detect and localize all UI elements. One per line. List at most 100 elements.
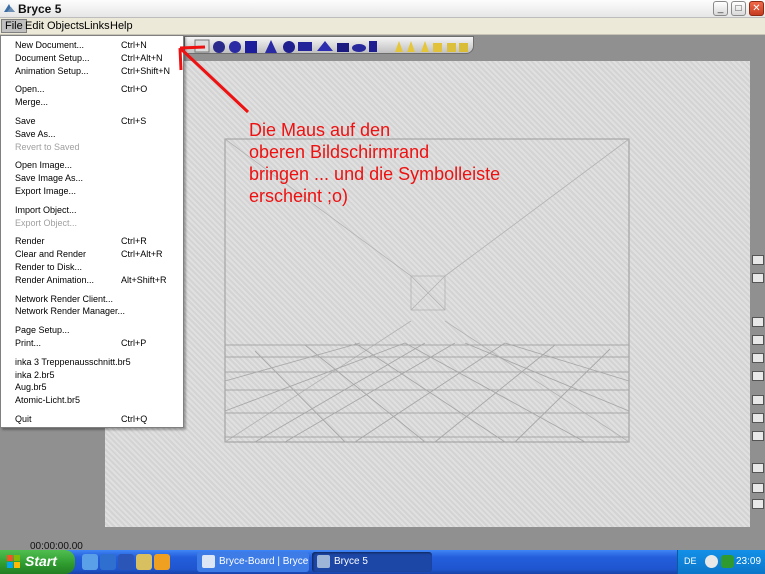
taskbar: Start Bryce-Board | Bryce |... Bryce 5 D…	[0, 550, 765, 574]
window-title: Bryce 5	[18, 2, 62, 16]
menu-file[interactable]: File	[1, 19, 27, 33]
file-menu-item-aug-br5[interactable]: Aug.br5	[1, 381, 183, 394]
file-menu-item-inka-3-treppenausschnitt-br5[interactable]: inka 3 Treppenausschnitt.br5	[1, 356, 183, 369]
menu-edit[interactable]: Edit	[25, 20, 44, 32]
menu-item-label: inka 2.br5	[15, 369, 55, 380]
file-menu-item-new-document[interactable]: New Document... Ctrl+N	[1, 39, 183, 52]
file-menu-item-render[interactable]: Render Ctrl+R	[1, 235, 183, 248]
task-bryce-board[interactable]: Bryce-Board | Bryce |...	[197, 552, 322, 572]
primitive-shapes-icon[interactable]	[185, 37, 475, 55]
clock: 23:09	[736, 556, 762, 567]
menu-item-shortcut: Ctrl+N	[121, 40, 147, 50]
menu-item-label: Page Setup...	[15, 325, 70, 336]
menu-item-shortcut: Ctrl+Alt+R	[121, 249, 163, 260]
task-label: Bryce-Board | Bryce |...	[219, 556, 323, 567]
task-label: Bryce 5	[334, 556, 368, 567]
menu-item-label: Render	[15, 236, 45, 247]
file-menu-item-network-render-manager[interactable]: Network Render Manager...	[1, 305, 183, 318]
menu-item-label: Render to Disk...	[15, 262, 83, 272]
file-menu-item-quit[interactable]: Quit Ctrl+Q	[1, 413, 183, 426]
menu-item-shortcut: Ctrl+Shift+N	[121, 65, 171, 76]
menu-item-shortcut: Ctrl+Alt+N	[121, 52, 163, 63]
file-menu-item-export-object: Export Object...	[1, 217, 183, 230]
media-player-icon[interactable]	[154, 554, 170, 570]
language-indicator[interactable]: DE	[684, 556, 697, 566]
task-bryce-5[interactable]: Bryce 5	[312, 552, 432, 572]
file-menu-item-render-animation[interactable]: Render Animation... Alt+Shift+R	[1, 274, 183, 287]
file-menu-item-import-object[interactable]: Import Object...	[1, 204, 183, 217]
ground-grid	[224, 342, 630, 443]
view-perspective-icon[interactable]	[752, 371, 764, 381]
file-menu-item-clear-and-render[interactable]: Clear and Render Ctrl+Alt+R	[1, 248, 183, 261]
minimize-button[interactable]: _	[713, 1, 728, 16]
menu-links[interactable]: Links	[84, 20, 110, 32]
file-menu-item-page-setup[interactable]: Page Setup...	[1, 324, 183, 337]
file-menu-item-print[interactable]: Print... Ctrl+P	[1, 337, 183, 350]
menu-objects[interactable]: Objects	[47, 20, 84, 32]
file-menu-item-document-setup[interactable]: Document Setup... Ctrl+Alt+N	[1, 52, 183, 65]
close-button[interactable]: ✕	[749, 1, 764, 16]
file-menu-item-render-to-disk[interactable]: Render to Disk...	[1, 261, 183, 274]
file-menu-item-merge[interactable]: Merge...	[1, 96, 183, 109]
eraser-icon[interactable]	[752, 273, 764, 283]
maximize-button[interactable]: □	[731, 1, 746, 16]
menu-bar: File Edit Objects Links Help	[0, 18, 765, 35]
menu-item-label: inka 3 Treppenausschnitt.br5	[15, 356, 131, 367]
annotation-line-2: oberen Bildschirmrand	[249, 142, 430, 162]
zoom-out-icon[interactable]	[752, 499, 764, 509]
menu-item-label: Document Setup...	[15, 52, 90, 63]
menu-item-label: Quit	[15, 414, 32, 424]
create-toolbar[interactable]	[184, 36, 474, 54]
show-desktop-icon[interactable]	[82, 554, 98, 570]
file-menu-item-network-render-client[interactable]: Network Render Client...	[1, 293, 183, 306]
menu-item-label: Aug.br5	[15, 382, 47, 393]
title-bar: Bryce 5 _ □ ✕	[0, 0, 765, 18]
start-label: Start	[25, 553, 57, 569]
menu-separator	[3, 199, 181, 201]
menu-item-label: Network Render Manager...	[15, 306, 126, 317]
file-menu-item-save-image-as[interactable]: Save Image As...	[1, 172, 183, 185]
file-menu-item-export-image[interactable]: Export Image...	[1, 185, 183, 198]
render-mode-icon[interactable]	[752, 413, 764, 423]
menu-item-label: Export Image...	[15, 186, 77, 196]
menu-item-label: New Document...	[15, 40, 85, 50]
file-menu-item-save-as[interactable]: Save As...	[1, 128, 183, 141]
file-menu-item-save[interactable]: Save Ctrl+S	[1, 115, 183, 128]
view-side-icon[interactable]	[752, 335, 764, 345]
word-icon[interactable]	[118, 554, 134, 570]
view-top-icon[interactable]	[752, 317, 764, 327]
menu-item-shortcut: Ctrl+P	[121, 338, 147, 348]
paint-brush-icon[interactable]	[752, 255, 764, 265]
menu-item-label: Import Object...	[15, 204, 77, 215]
menu-separator	[3, 288, 181, 290]
menu-help[interactable]: Help	[110, 20, 133, 32]
file-menu-item-open[interactable]: Open... Ctrl+O	[1, 83, 183, 96]
display-mode-icon[interactable]	[752, 395, 764, 405]
tray-expand-icon[interactable]	[705, 555, 718, 568]
system-tray: DE 23:09	[677, 550, 765, 574]
menu-item-label: Save	[15, 116, 36, 126]
menu-item-shortcut: Alt+Shift+R	[121, 274, 167, 285]
nano-preview-icon[interactable]	[752, 431, 764, 441]
file-menu-item-inka-2-br5[interactable]: inka 2.br5	[1, 369, 183, 382]
editor-icon[interactable]	[136, 554, 152, 570]
menu-item-label: Export Object...	[15, 217, 78, 228]
file-menu-item-open-image[interactable]: Open Image...	[1, 159, 183, 172]
start-button[interactable]: Start	[0, 550, 75, 574]
file-menu-dropdown: New Document... Ctrl+N Document Setup... Ct…	[0, 35, 184, 428]
internet-explorer-icon[interactable]	[100, 554, 116, 570]
file-menu-item-atomic-licht-br5[interactable]: Atomic-Licht.br5	[1, 394, 183, 407]
security-tray-icon[interactable]	[721, 555, 734, 568]
menu-item-label: Open Image...	[15, 160, 73, 171]
menu-item-shortcut: Ctrl+O	[121, 84, 148, 95]
menu-separator	[3, 231, 181, 233]
annotation-text: Die Maus auf den oberen Bildschirmrand b…	[249, 119, 589, 207]
view-front-icon[interactable]	[752, 353, 764, 363]
file-menu-item-animation-setup[interactable]: Animation Setup... Ctrl+Shift+N	[1, 65, 183, 78]
menu-item-shortcut: Ctrl+Q	[121, 414, 148, 424]
right-toolbar[interactable]	[750, 255, 765, 515]
bryce-task-icon	[317, 555, 330, 568]
annotation-line-4: erscheint ;o)	[249, 186, 349, 206]
trackball-icon[interactable]	[752, 463, 764, 473]
zoom-in-icon[interactable]	[752, 483, 764, 493]
